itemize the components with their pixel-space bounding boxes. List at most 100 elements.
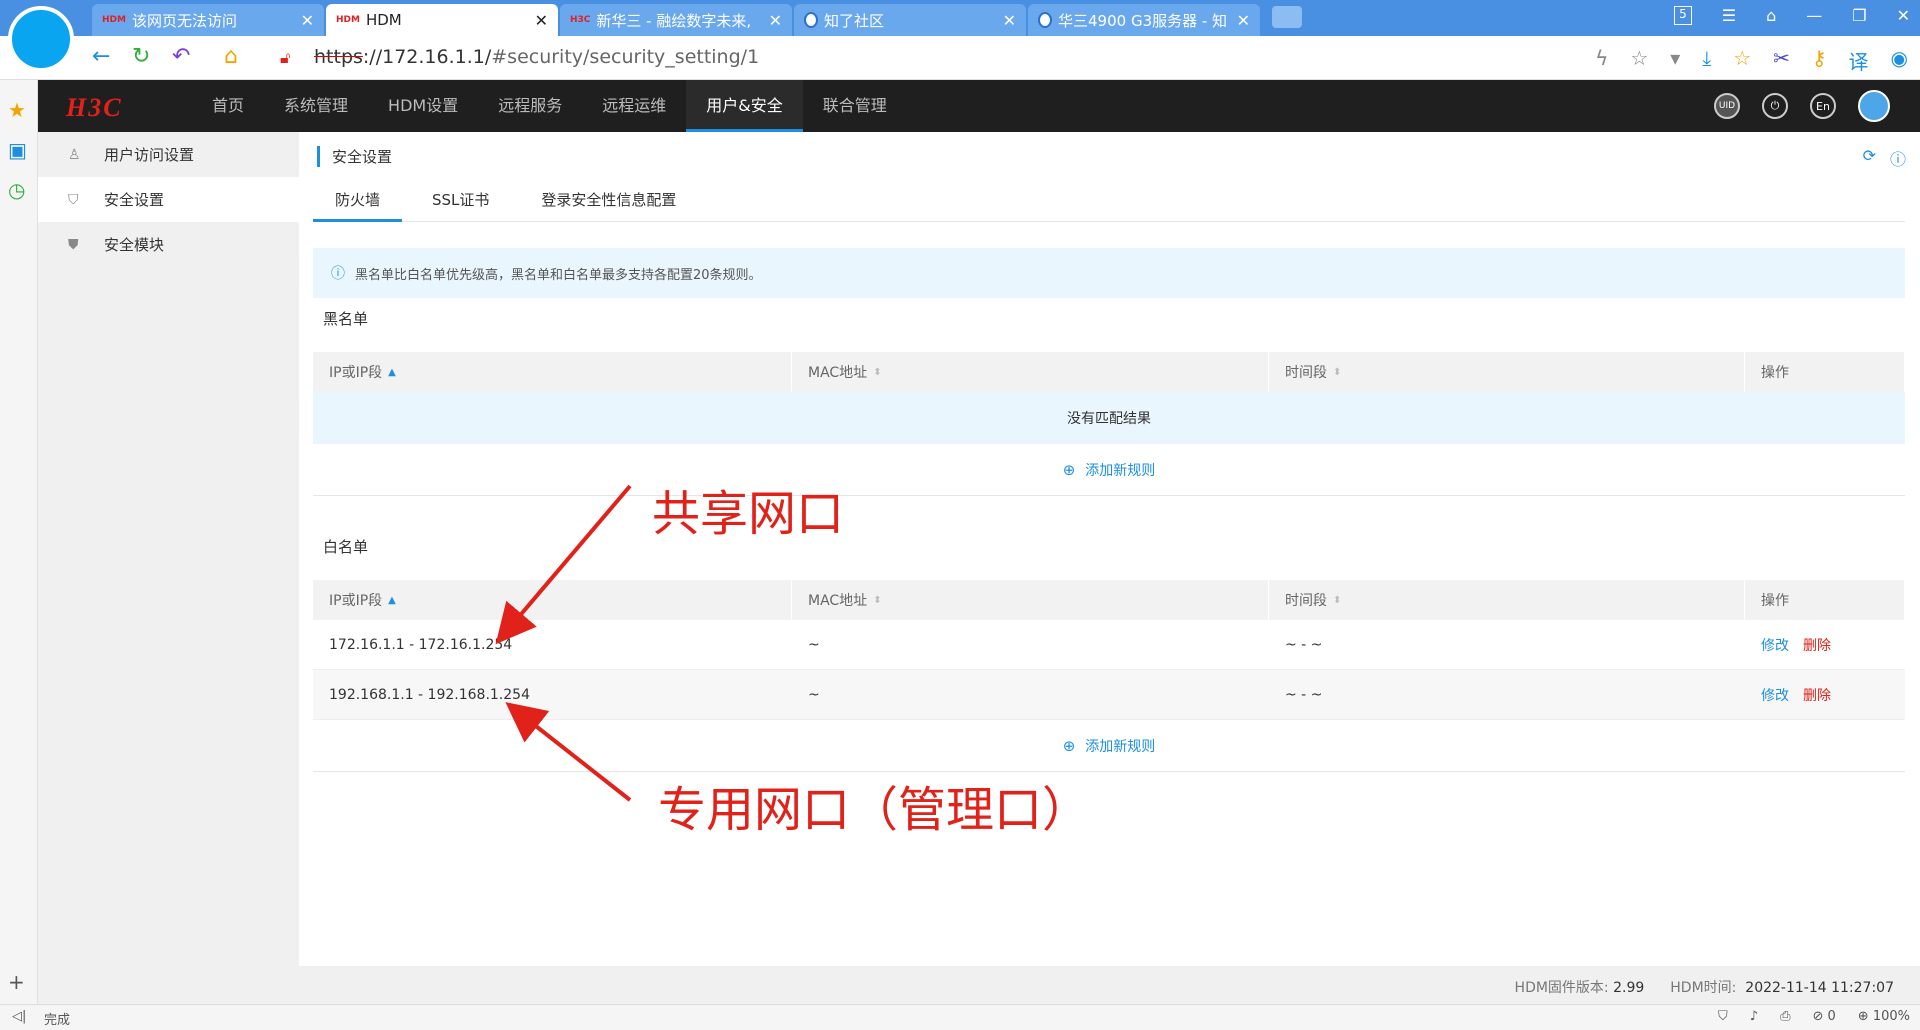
info-notice: ⓘ 黑名单比白名单优先级高，黑名单和白名单最多支持各配置20条规则。 bbox=[313, 248, 1905, 298]
sort-icon[interactable]: ⬍ bbox=[1333, 595, 1341, 606]
column-label: MAC地址 bbox=[808, 365, 868, 381]
security-shield-icon[interactable]: ⛉ bbox=[1718, 1009, 1728, 1024]
browser-tab[interactable]: 知了社区 ✕ bbox=[794, 4, 1026, 36]
browser-status-bar: ◁| 完成 ⛉ ♪ ⎙ ⊘ 0 ⊕ 100% bbox=[0, 1004, 1920, 1030]
close-icon[interactable]: ✕ bbox=[1237, 11, 1250, 30]
close-icon[interactable]: ✕ bbox=[769, 11, 782, 30]
tab-ssl-cert[interactable]: SSL证书 bbox=[410, 178, 511, 221]
browser-sidebar: ★ ▣ ◷ + bbox=[0, 80, 38, 1006]
star-outline-icon[interactable]: ☆ bbox=[1630, 46, 1648, 75]
sort-icon[interactable]: ▲ bbox=[388, 595, 396, 606]
user-icon[interactable]: ◉ bbox=[1891, 46, 1908, 75]
column-mac[interactable]: MAC地址 ⬍ bbox=[792, 580, 1269, 620]
delete-link[interactable]: 删除 bbox=[1803, 685, 1831, 705]
browser-tab[interactable]: H3C 新华三 - 融绘数字未来, ✕ bbox=[560, 4, 792, 36]
menu-security-settings[interactable]: ⛉ 安全设置 bbox=[38, 177, 299, 222]
refresh-icon[interactable]: ↻ bbox=[132, 44, 150, 69]
close-window-icon[interactable]: ✕ bbox=[1897, 6, 1910, 25]
plus-circle-icon: ⊕ bbox=[1062, 736, 1076, 755]
firmware-value: 2.99 bbox=[1613, 980, 1645, 996]
column-ip[interactable]: IP或IP段 ▲ bbox=[313, 352, 792, 392]
delete-link[interactable]: 删除 bbox=[1803, 635, 1831, 655]
add-blacklist-rule-button[interactable]: ⊕ 添加新规则 bbox=[313, 444, 1905, 496]
close-icon[interactable]: ✕ bbox=[301, 11, 314, 30]
key-icon[interactable]: ⚷ bbox=[1812, 46, 1827, 75]
menu-user-access[interactable]: ♙ 用户访问设置 bbox=[38, 132, 299, 177]
cell-ip: 172.16.1.1 - 172.16.1.254 bbox=[329, 636, 513, 653]
tab-title: HDM bbox=[365, 11, 402, 29]
help-icon[interactable]: ⓘ bbox=[1890, 146, 1906, 170]
download-icon[interactable]: ⤓ bbox=[1702, 46, 1711, 75]
nav-remote-ops[interactable]: 远程运维 bbox=[582, 80, 686, 132]
translate-icon[interactable]: 译 bbox=[1849, 46, 1869, 75]
uid-icon[interactable]: UID bbox=[1714, 93, 1740, 119]
sort-icon[interactable]: ⬍ bbox=[873, 367, 881, 378]
browser-tab[interactable]: HDM 该网页无法访问 ✕ bbox=[92, 4, 324, 36]
scissors-icon[interactable]: ✂ bbox=[1773, 46, 1790, 75]
chevron-down-icon[interactable]: ▾ bbox=[1670, 46, 1680, 75]
favorites-icon[interactable]: ★ bbox=[8, 98, 26, 122]
window-count-badge[interactable]: 5 bbox=[1674, 6, 1692, 25]
main-nav: 首页 系统管理 HDM设置 远程服务 远程运维 用户&安全 联合管理 bbox=[192, 80, 907, 132]
menu-security-module[interactable]: ⛊ 安全模块 bbox=[38, 222, 299, 267]
power-icon[interactable]: ⏻ bbox=[1762, 93, 1788, 119]
tab-login-security[interactable]: 登录安全性信息配置 bbox=[519, 178, 698, 221]
blacklist-table: IP或IP段 ▲ MAC地址 ⬍ 时间段 ⬍ 操作 没有匹配结果 ⊕ 添加新规则 bbox=[313, 352, 1905, 496]
reading-icon[interactable]: ▣ bbox=[8, 138, 27, 162]
zoom-level[interactable]: ⊕ 100% bbox=[1858, 1009, 1910, 1024]
column-time[interactable]: 时间段 ⬍ bbox=[1269, 352, 1745, 392]
column-time[interactable]: 时间段 ⬍ bbox=[1269, 580, 1745, 620]
adblock-count[interactable]: ⊘ 0 bbox=[1812, 1009, 1835, 1024]
favorites-star-icon[interactable]: ☆ bbox=[1733, 46, 1751, 75]
column-ip[interactable]: IP或IP段 ▲ bbox=[313, 580, 792, 620]
avatar[interactable] bbox=[1858, 90, 1890, 122]
zoom-value: 100% bbox=[1872, 1009, 1910, 1024]
time-label: HDM时间: bbox=[1670, 980, 1737, 996]
nav-remote-service[interactable]: 远程服务 bbox=[478, 80, 582, 132]
nav-system[interactable]: 系统管理 bbox=[264, 80, 368, 132]
nav-home[interactable]: 首页 bbox=[192, 80, 264, 132]
refresh-icon[interactable]: ⟳ bbox=[1863, 146, 1876, 170]
table-row: 172.16.1.1 - 172.16.1.254 ~ ~ - ~ 修改 删除 bbox=[313, 620, 1905, 670]
column-mac[interactable]: MAC地址 ⬍ bbox=[792, 352, 1269, 392]
column-ops: 操作 bbox=[1745, 352, 1905, 392]
nav-user-security[interactable]: 用户&安全 bbox=[686, 80, 804, 132]
edit-link[interactable]: 修改 bbox=[1761, 635, 1789, 655]
url-field[interactable]: https://172.16.1.1/#security/security_se… bbox=[314, 46, 759, 68]
back-icon[interactable]: ← bbox=[92, 44, 110, 69]
menu-icon[interactable]: ☰ bbox=[1722, 6, 1736, 25]
browser-tab-active[interactable]: HDM HDM ✕ bbox=[326, 4, 558, 36]
add-whitelist-rule-button[interactable]: ⊕ 添加新规则 bbox=[313, 720, 1905, 772]
browser-tab[interactable]: 华三4900 G3服务器 - 知 ✕ bbox=[1028, 4, 1260, 36]
sort-icon[interactable]: ⬍ bbox=[1333, 367, 1341, 378]
restore-icon[interactable]: ❐ bbox=[1852, 6, 1866, 25]
lightning-icon[interactable]: ϟ bbox=[1595, 46, 1608, 75]
browser-logo-icon[interactable] bbox=[8, 6, 74, 72]
adblock-count-value: 0 bbox=[1827, 1009, 1836, 1024]
h3c-favicon-icon: H3C bbox=[570, 15, 591, 25]
skin-icon[interactable]: ⌂ bbox=[1766, 6, 1776, 25]
home-icon[interactable]: ⌂ bbox=[224, 44, 238, 69]
tab-firewall[interactable]: 防火墙 bbox=[313, 178, 403, 222]
sound-icon[interactable]: ♪ bbox=[1750, 1009, 1758, 1024]
url-protocol: https bbox=[314, 46, 363, 68]
sidebar-toggle-icon[interactable]: ◁| bbox=[12, 1009, 26, 1024]
nav-federation[interactable]: 联合管理 bbox=[803, 80, 907, 132]
history-icon[interactable]: ◷ bbox=[8, 178, 25, 202]
insecure-lock-icon[interactable]: 🔓︎ bbox=[280, 48, 290, 68]
sort-icon[interactable]: ▲ bbox=[388, 367, 396, 378]
add-icon[interactable]: + bbox=[8, 970, 25, 994]
close-icon[interactable]: ✕ bbox=[535, 11, 548, 30]
nav-hdm-settings[interactable]: HDM设置 bbox=[368, 80, 478, 132]
language-icon[interactable]: En bbox=[1810, 93, 1836, 119]
close-icon[interactable]: ✕ bbox=[1003, 11, 1016, 30]
column-label: MAC地址 bbox=[808, 593, 868, 609]
new-tab-button[interactable] bbox=[1272, 6, 1302, 28]
screenshot-icon[interactable]: ⎙ bbox=[1780, 1009, 1790, 1024]
undo-icon[interactable]: ↶ bbox=[172, 44, 190, 69]
hdm-favicon-icon: HDM bbox=[102, 15, 126, 25]
minimize-icon[interactable]: — bbox=[1806, 6, 1822, 25]
edit-link[interactable]: 修改 bbox=[1761, 685, 1789, 705]
sort-icon[interactable]: ⬍ bbox=[873, 595, 881, 606]
notice-text: 黑名单比白名单优先级高，黑名单和白名单最多支持各配置20条规则。 bbox=[355, 267, 762, 283]
